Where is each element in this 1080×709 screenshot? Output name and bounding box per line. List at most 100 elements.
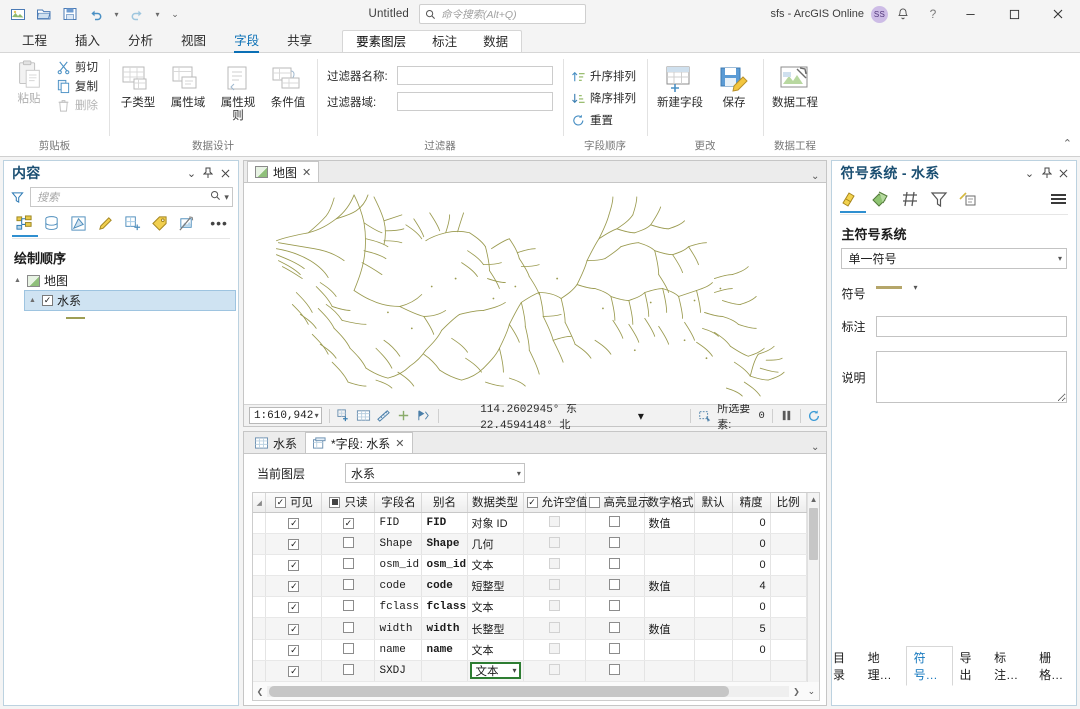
cell-highlight[interactable]: [585, 554, 645, 577]
current-layer-combo[interactable]: 水系 ▾: [344, 463, 525, 483]
dock-tab-export[interactable]: 导出: [953, 647, 988, 685]
cell-alias[interactable]: fclass: [421, 596, 468, 619]
cell-highlight[interactable]: [585, 617, 645, 640]
list-by-selection-icon[interactable]: [66, 212, 90, 234]
cell-field-name[interactable]: Shape: [374, 533, 423, 555]
command-search-input[interactable]: 命令搜索(Alt+Q): [419, 4, 587, 24]
annotation-icon[interactable]: [956, 188, 980, 210]
col-header-scale[interactable]: 比例: [770, 493, 807, 513]
cell-number-format[interactable]: [644, 660, 695, 682]
cell-default[interactable]: [694, 533, 733, 555]
row-marker[interactable]: [252, 533, 267, 555]
chevron-down-icon[interactable]: ▾: [517, 469, 521, 478]
cell-visible[interactable]: ✓: [265, 575, 323, 598]
vertical-scroll-thumb[interactable]: [809, 508, 819, 560]
map-scale-combo[interactable]: 1:610,942 ▾: [248, 407, 322, 424]
cell-readonly[interactable]: [321, 617, 376, 640]
cut-button[interactable]: 剪切: [54, 58, 103, 76]
cell-precision[interactable]: 5: [732, 617, 771, 640]
cell-precision[interactable]: [732, 660, 771, 682]
chevron-down-icon[interactable]: ▾: [1058, 254, 1062, 263]
col-header-alias[interactable]: 别名: [421, 493, 468, 513]
col-header-visible[interactable]: ✓ 可见: [265, 493, 323, 513]
cell-readonly[interactable]: ✓: [321, 512, 376, 534]
col-header-highlight[interactable]: 高亮显示: [585, 493, 650, 513]
ribbon-tab-share[interactable]: 共享: [273, 28, 326, 52]
contents-more-options-button[interactable]: •••: [206, 215, 232, 231]
cell-visible[interactable]: ✓: [265, 660, 323, 682]
measure-icon[interactable]: [376, 407, 391, 424]
header-checkbox-readonly[interactable]: [329, 496, 341, 508]
refresh-icon[interactable]: [807, 407, 821, 424]
header-checkbox-visible[interactable]: ✓: [274, 496, 286, 508]
filter-icon[interactable]: [9, 189, 26, 206]
col-header-number-format[interactable]: 数字格式: [644, 493, 695, 513]
map-canvas[interactable]: [243, 183, 827, 404]
map-tabs-overflow-icon[interactable]: ⌄: [804, 171, 826, 182]
cell-highlight[interactable]: [585, 512, 645, 534]
add-graphic-icon[interactable]: [396, 407, 411, 424]
cell-alias[interactable]: Shape: [421, 533, 468, 555]
cell-number-format[interactable]: 数值: [644, 575, 695, 598]
undo-dropdown-icon[interactable]: ▾: [110, 3, 123, 25]
cell-data-type[interactable]: 文本: [467, 639, 524, 661]
ribbon-collapse-button[interactable]: ⌃: [1063, 137, 1080, 156]
cell-scale[interactable]: [770, 533, 807, 555]
maximize-button[interactable]: [992, 0, 1036, 28]
cell-highlight[interactable]: [585, 639, 645, 661]
cell-visible[interactable]: ✓: [265, 639, 323, 661]
list-by-labeling-icon[interactable]: [147, 212, 171, 234]
cell-scale[interactable]: [770, 554, 807, 577]
cell-visible[interactable]: ✓: [265, 533, 323, 555]
attribute-table-icon[interactable]: [356, 407, 371, 424]
cell-number-format[interactable]: 数值: [644, 617, 695, 640]
grid-overflow-icon[interactable]: ⌄: [803, 686, 819, 697]
cell-data-type[interactable]: 短整型: [467, 575, 524, 598]
account-name[interactable]: sfs - ArcGIS Online: [770, 8, 864, 20]
cell-data-type[interactable]: 文本: [467, 554, 524, 577]
list-by-editing-icon[interactable]: [93, 212, 117, 234]
row-marker[interactable]: [252, 575, 267, 598]
cell-alias[interactable]: osm_id: [421, 554, 468, 577]
cell-precision[interactable]: 0: [732, 639, 771, 661]
list-by-diagram-icon[interactable]: [174, 212, 198, 234]
cell-highlight[interactable]: [585, 596, 645, 619]
symbol-line-swatch[interactable]: [876, 286, 903, 289]
cell-scale[interactable]: [770, 617, 807, 640]
table-tab-shuixi[interactable]: 水系: [246, 432, 305, 453]
copy-button[interactable]: 复制: [54, 77, 103, 95]
select-features-icon[interactable]: [336, 407, 351, 424]
cell-default[interactable]: [694, 639, 733, 661]
ribbon-tab-view[interactable]: 视图: [167, 28, 220, 52]
col-header-readonly[interactable]: 只读: [321, 493, 376, 513]
close-icon[interactable]: ✕: [302, 166, 311, 179]
fields-grid-horizontal-scrollbar[interactable]: ❮ ❯ ⌄: [251, 682, 821, 701]
cell-data-type-editing[interactable]: 文本 ▾: [467, 660, 524, 682]
undo-icon[interactable]: [84, 3, 108, 25]
list-by-data-source-icon[interactable]: [39, 212, 63, 234]
cell-default[interactable]: [694, 660, 733, 682]
help-button[interactable]: ?: [918, 1, 948, 27]
save-project-icon[interactable]: [58, 3, 82, 25]
subtypes-button[interactable]: 子类型: [115, 62, 161, 113]
cell-data-type[interactable]: 文本: [467, 596, 524, 619]
context-tab-feature-layer[interactable]: 要素图层: [343, 32, 419, 52]
row-marker[interactable]: [252, 639, 267, 661]
tree-item-layer-shuixi[interactable]: ▲ ✓ 水系: [24, 290, 236, 311]
gallery-icon[interactable]: [840, 188, 867, 213]
cell-alias[interactable]: name: [421, 639, 468, 661]
contents-pane-menu-icon[interactable]: ⌄: [183, 164, 200, 182]
primary-symbology-combo[interactable]: 单一符号 ▾: [841, 248, 1067, 269]
fields-tabs-overflow-icon[interactable]: ⌄: [804, 442, 826, 453]
chevron-down-icon[interactable]: ▾: [315, 411, 319, 420]
chevron-down-icon[interactable]: ▾: [509, 666, 517, 675]
cell-field-name[interactable]: FID: [374, 512, 423, 534]
col-header-data-type[interactable]: 数据类型: [467, 493, 524, 513]
close-icon[interactable]: ✕: [395, 437, 404, 450]
vary-by-attribute-icon[interactable]: [898, 188, 922, 210]
dock-tab-catalog[interactable]: 目录: [826, 647, 861, 685]
col-header-precision[interactable]: 精度: [732, 493, 771, 513]
layer-visibility-checkbox[interactable]: ✓: [42, 295, 53, 306]
new-field-button[interactable]: 新建字段: [653, 62, 707, 113]
cell-data-type[interactable]: 几何: [467, 533, 524, 555]
